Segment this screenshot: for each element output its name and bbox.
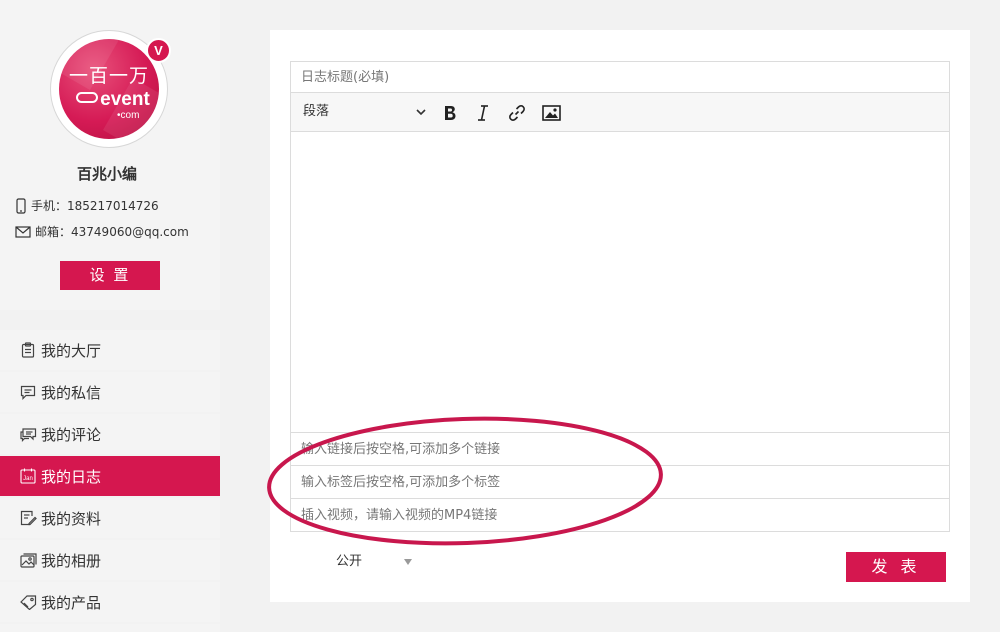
nav-item-album[interactable]: 我的相册 (0, 540, 220, 580)
visibility-value: 公开 (336, 554, 363, 569)
mail-icon (15, 226, 31, 238)
verified-badge: V (146, 38, 171, 63)
nav-label-comments: 我的评论 (41, 425, 102, 444)
editor-toolbar: 段落 (290, 92, 950, 132)
nav-item-hall[interactable]: 我的大厅 (0, 330, 220, 370)
nav-item-products[interactable]: 我的产品 (0, 582, 220, 622)
nav-label-hall: 我的大厅 (41, 341, 102, 360)
link-button[interactable] (506, 102, 528, 124)
calendar-icon-text: Jan (23, 476, 33, 482)
italic-button[interactable] (472, 102, 494, 124)
profile-edit-icon (19, 509, 37, 527)
nav-label-album: 我的相册 (41, 551, 102, 570)
phone-icon (15, 198, 27, 214)
nav-label-profile: 我的资料 (41, 509, 102, 528)
journal-content-editor[interactable] (290, 131, 950, 433)
settings-button[interactable]: 设 置 (60, 261, 160, 290)
product-tag-icon (19, 593, 37, 611)
phone-row: 手机： 185217014726 (15, 198, 159, 214)
avatar[interactable]: 一百一万 event •com (59, 39, 159, 139)
logo-chinese-text: 一百一万 (68, 65, 149, 87)
message-icon (19, 383, 37, 401)
image-button[interactable] (540, 102, 562, 124)
paragraph-format-label: 段落 (303, 104, 330, 119)
italic-icon (478, 105, 488, 121)
bold-button[interactable] (439, 102, 461, 124)
logo-com-text: •com (117, 110, 140, 121)
nav-item-comments[interactable]: 我的评论 (0, 414, 220, 454)
nav-item-journal[interactable]: Jan 我的日志 (0, 456, 220, 496)
links-input[interactable] (290, 432, 950, 466)
link-icon (509, 105, 525, 121)
username: 百兆小编 (76, 165, 137, 183)
caret-down-icon (404, 559, 412, 565)
email-address: 43749060@qq.com (71, 225, 189, 239)
visibility-select[interactable]: 公开 (336, 552, 416, 572)
image-icon (541, 105, 561, 121)
nav-label-journal: 我的日志 (41, 467, 102, 486)
nav-label-messages: 我的私信 (41, 383, 102, 402)
nav-item-more (0, 624, 220, 632)
bold-icon (445, 106, 456, 120)
publish-button[interactable]: 发 表 (846, 552, 946, 582)
calendar-icon: Jan (19, 467, 37, 485)
video-url-input[interactable] (290, 498, 950, 532)
paragraph-format-select[interactable]: 段落 (303, 93, 427, 131)
logo-event-text: event (65, 89, 159, 111)
tags-input[interactable] (290, 465, 950, 499)
email-row: 邮箱： 43749060@qq.com (15, 224, 189, 240)
journal-title-input[interactable] (290, 61, 950, 93)
nav-item-messages[interactable]: 我的私信 (0, 372, 220, 412)
phone-label: 手机： (31, 199, 68, 213)
phone-number: 185217014726 (67, 199, 159, 213)
clipboard-icon (19, 341, 37, 359)
nav-label-products: 我的产品 (41, 593, 102, 612)
album-icon (19, 551, 37, 569)
comment-icon (19, 425, 37, 443)
profile-card: 一百一万 event •com V 百兆小编 手机： 185217014726 … (0, 0, 220, 310)
email-label: 邮箱： (35, 225, 72, 239)
nav-item-profile[interactable]: 我的资料 (0, 498, 220, 538)
